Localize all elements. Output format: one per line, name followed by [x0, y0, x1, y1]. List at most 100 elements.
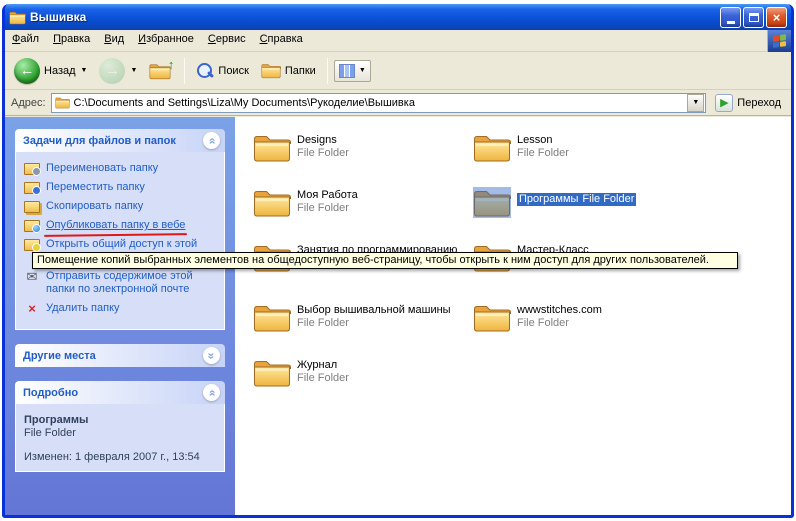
menu-item-1[interactable]: Правка [46, 30, 97, 51]
folder-type: File Folder [297, 372, 349, 385]
task-link-label: Отправить содержимое этой папки по элект… [46, 270, 216, 296]
go-button[interactable]: ▶ Переход [711, 92, 785, 114]
close-button[interactable]: × [766, 7, 787, 28]
address-folder-icon [55, 96, 70, 109]
other-places-header[interactable]: Другие места » [15, 344, 225, 367]
tasks-panel-title: Задачи для файлов и папок [23, 135, 176, 147]
back-dropdown-icon[interactable]: ▼ [81, 67, 88, 74]
folder-icon [253, 357, 291, 388]
task-link-label: Удалить папку [46, 302, 120, 315]
folder-grid: DesignsFile FolderLessonFile FolderМоя Р… [235, 117, 791, 515]
toolbar: ← Назад ▼ → ▼ ↑ Поиск Папки ▼ [5, 52, 791, 90]
toolbar-separator [184, 58, 185, 84]
views-icon [339, 64, 355, 78]
address-dropdown-button[interactable]: ▼ [687, 94, 704, 112]
share-folder-icon [24, 238, 40, 251]
folder-icon [473, 132, 511, 163]
maximize-button[interactable] [743, 7, 764, 28]
task-link-5[interactable]: ✉Отправить содержимое этой папки по элек… [24, 270, 216, 296]
address-input[interactable]: C:\Documents and Settings\Liza\My Docume… [51, 93, 707, 113]
details-panel: Подробно » Программы File Folder Изменен… [15, 381, 225, 472]
folder-type: File Folder [297, 202, 358, 215]
expand-chevron-icon[interactable]: » [203, 347, 220, 364]
task-link-6[interactable]: ×Удалить папку [24, 302, 216, 315]
collapse-chevron-icon[interactable]: » [203, 132, 220, 149]
folder-name: wwwstitches.com [517, 304, 602, 317]
menu-spacer [310, 30, 767, 51]
folder-name: Выбор вышивальной машины [297, 304, 451, 317]
address-value[interactable]: C:\Documents and Settings\Liza\My Docume… [74, 97, 684, 109]
go-label: Переход [737, 97, 781, 109]
up-folder-icon: ↑ [149, 60, 173, 82]
folder-item[interactable]: wwwstitches.comFile Folder [473, 302, 685, 333]
back-button[interactable]: ← Назад ▼ [9, 55, 92, 87]
folders-label: Папки [285, 65, 316, 77]
task-link-2[interactable]: Скопировать папку [24, 200, 216, 213]
back-label: Назад [44, 65, 76, 77]
up-button[interactable]: ↑ [144, 57, 178, 85]
other-places-panel: Другие места » [15, 344, 225, 367]
task-link-label: Переместить папку [46, 181, 145, 194]
address-label: Адрес: [11, 97, 46, 109]
folder-type: File Folder [297, 317, 451, 330]
address-bar: Адрес: C:\Documents and Settings\Liza\My… [5, 90, 791, 116]
window-title: Вышивка [30, 10, 720, 24]
file-folder-tasks-panel: Задачи для файлов и папок » Переименоват… [15, 129, 225, 330]
publish-folder-icon [24, 219, 40, 232]
details-header[interactable]: Подробно » [15, 381, 225, 404]
windows-logo [767, 30, 791, 52]
folder-label: ПрограммыFile Folder [517, 187, 636, 207]
forward-icon: → [99, 58, 125, 84]
search-button[interactable]: Поиск [191, 59, 253, 83]
title-bar[interactable]: Вышивка × [5, 4, 791, 30]
details-folder-type: File Folder [24, 427, 216, 439]
task-link-label: Опубликовать папку в вебе [46, 219, 185, 232]
folder-name: Моя Работа [297, 189, 358, 202]
menu-item-0[interactable]: Файл [5, 30, 46, 51]
folder-name: Designs [297, 134, 349, 147]
folder-item[interactable]: DesignsFile Folder [253, 132, 465, 163]
folder-item[interactable]: ПрограммыFile Folder [473, 187, 685, 218]
task-link-3[interactable]: Опубликовать папку в вебе [24, 219, 216, 232]
folder-item[interactable]: ЖурналFile Folder [253, 357, 465, 388]
folder-type: File Folder [517, 147, 569, 160]
folder-type: File Folder [517, 317, 602, 330]
menu-bar: ФайлПравкаВидИзбранноеСервисСправка [5, 30, 791, 52]
task-link-1[interactable]: Переместить папку [24, 181, 216, 194]
folders-button[interactable]: Папки [256, 59, 321, 82]
tasks-panel-header[interactable]: Задачи для файлов и папок » [15, 129, 225, 152]
forward-dropdown-icon[interactable]: ▼ [130, 67, 137, 74]
folder-label: ЖурналFile Folder [297, 357, 349, 385]
views-dropdown-icon: ▼ [359, 67, 366, 74]
folder-type: File Folder [297, 147, 349, 160]
menu-item-2[interactable]: Вид [97, 30, 131, 51]
folder-name: Программы [517, 193, 580, 206]
back-icon: ← [14, 58, 40, 84]
folder-label: Выбор вышивальной машиныFile Folder [297, 302, 451, 330]
folder-label: LessonFile Folder [517, 132, 569, 160]
folders-icon [261, 62, 281, 79]
folder-label: wwwstitches.comFile Folder [517, 302, 602, 330]
folder-icon [253, 302, 291, 333]
views-button[interactable]: ▼ [334, 60, 371, 82]
folder-type: File Folder [580, 193, 636, 206]
minimize-button[interactable] [720, 7, 741, 28]
explorer-window: Вышивка × ФайлПравкаВидИзбранноеСервисСп… [2, 4, 794, 518]
forward-button[interactable]: → ▼ [94, 55, 142, 87]
folder-icon [253, 132, 291, 163]
collapse-chevron-icon[interactable]: » [203, 384, 220, 401]
task-link-0[interactable]: Переименовать папку [24, 162, 216, 175]
menu-item-3[interactable]: Избранное [131, 30, 201, 51]
windows-flag-icon [773, 34, 786, 48]
task-pane: Задачи для файлов и папок » Переименоват… [5, 117, 235, 515]
search-icon [196, 62, 214, 80]
menu-item-4[interactable]: Сервис [201, 30, 253, 51]
folder-item[interactable]: LessonFile Folder [473, 132, 685, 163]
folder-label: DesignsFile Folder [297, 132, 349, 160]
folder-item[interactable]: Моя РаботаFile Folder [253, 187, 465, 218]
menu-item-5[interactable]: Справка [253, 30, 310, 51]
folder-item[interactable]: Выбор вышивальной машиныFile Folder [253, 302, 465, 333]
go-icon: ▶ [715, 94, 733, 112]
folder-icon [473, 302, 511, 333]
move-folder-icon [24, 181, 40, 194]
